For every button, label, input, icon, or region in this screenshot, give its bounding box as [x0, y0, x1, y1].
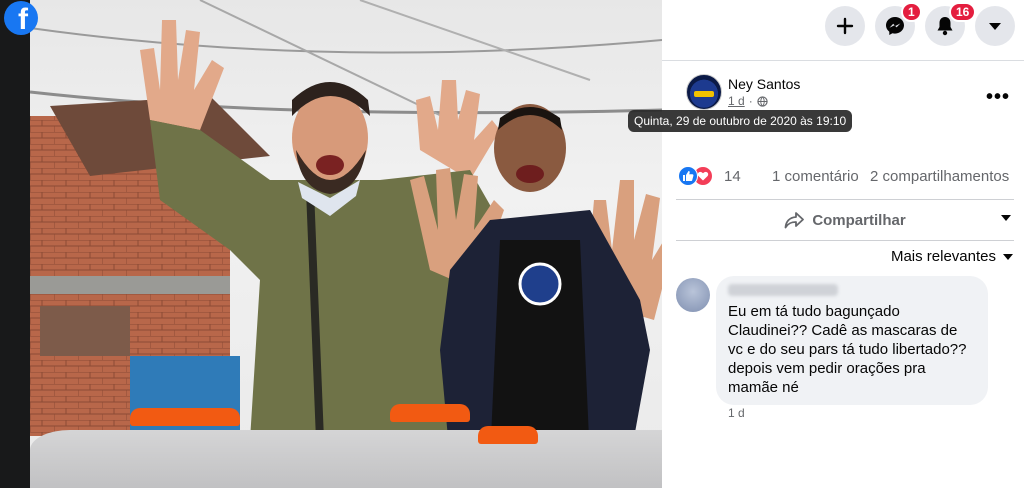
share-options-caret-icon[interactable]: [1000, 214, 1012, 222]
actions-divider: [676, 240, 1014, 241]
reactions-count[interactable]: 14: [724, 168, 741, 185]
notifications-button[interactable]: 16: [925, 2, 977, 46]
post-author[interactable]: Ney Santos: [728, 76, 800, 92]
comment-sort-dropdown[interactable]: Mais relevantes: [891, 248, 1014, 265]
like-reaction-icon[interactable]: [678, 166, 698, 186]
comment-bubble: Eu em tá tudo bagunçado Claudinei?? Cadê…: [716, 276, 988, 405]
comment-text: Eu em tá tudo bagunçado Claudinei?? Cadê…: [728, 303, 967, 396]
plus-icon: [836, 17, 854, 35]
globe-icon: [757, 95, 768, 107]
car-roof: [30, 430, 662, 488]
facebook-logo[interactable]: f: [4, 1, 38, 35]
account-menu-button[interactable]: [975, 6, 1015, 46]
sort-label: Mais relevantes: [890, 248, 996, 265]
chevron-down-icon: [1003, 253, 1013, 260]
share-icon: [784, 212, 805, 229]
post-options-button[interactable]: •••: [986, 86, 1010, 109]
suction-cup: [478, 426, 538, 444]
comment-timestamp[interactable]: 1 d: [728, 406, 745, 420]
post-meta: 1 d ·: [728, 94, 768, 108]
post-photo[interactable]: [30, 0, 662, 488]
notifications-badge: 16: [949, 2, 977, 22]
suction-cup: [390, 404, 470, 422]
post-timestamp[interactable]: 1 d: [728, 94, 745, 108]
create-button[interactable]: [825, 6, 865, 46]
messenger-badge: 1: [901, 2, 922, 22]
person-dark-jacket: [410, 104, 662, 460]
commenter-name-blurred[interactable]: [728, 284, 838, 296]
stats-divider: [676, 199, 1014, 200]
post-stats: 14 1 comentário 2 compartilhamentos: [676, 166, 1016, 190]
messenger-icon: [886, 17, 904, 35]
shares-count[interactable]: 2 compartilhamentos: [870, 168, 1009, 185]
caret-down-icon: [989, 23, 1001, 30]
post-side-panel: 1 16 Ney Santos 1 d · ••• 14 1 comentári…: [662, 0, 1024, 488]
comments-count[interactable]: 1 comentário: [772, 168, 859, 185]
share-button[interactable]: Compartilhar: [676, 203, 1014, 237]
timestamp-tooltip: Quinta, 29 de outubro de 2020 às 19:10: [628, 110, 853, 132]
photo-viewer: f: [0, 0, 662, 488]
page-avatar[interactable]: [686, 74, 722, 110]
messenger-button[interactable]: 1: [875, 2, 922, 46]
header-divider: [662, 60, 1024, 61]
commenter-avatar[interactable]: [676, 278, 710, 312]
suction-cup: [130, 408, 240, 426]
share-button-label: Compartilhar: [812, 211, 906, 229]
